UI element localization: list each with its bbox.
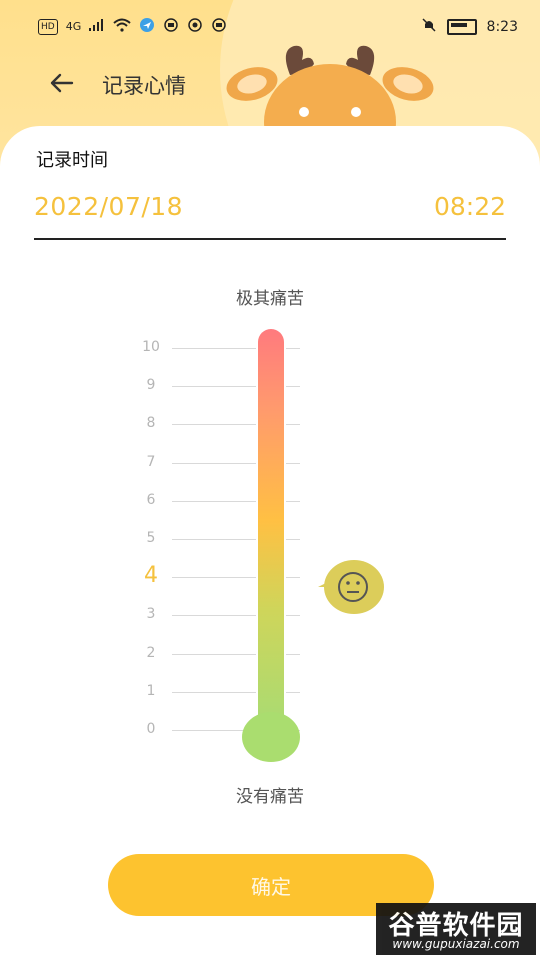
scale-tick-label: 1 (146, 682, 156, 699)
scale-tick-line (286, 500, 300, 502)
scale-tick-line (286, 386, 300, 388)
scale-tick-label: 8 (146, 415, 156, 432)
network-type: 4G (65, 20, 82, 33)
scale-tick-line (172, 615, 256, 617)
thermometer-bar[interactable] (258, 329, 284, 729)
hd-indicator: HD (38, 19, 58, 35)
scale-tick-label: 5 (146, 530, 156, 546)
scale-tick-line (172, 348, 256, 349)
scale-tick-line (172, 500, 256, 502)
thermometer-bulb (242, 712, 300, 762)
app-icon-2 (187, 17, 203, 37)
scale-tick-line (172, 424, 256, 426)
scale-tick-label: 2 (146, 644, 156, 661)
scale-tick-label: 4 (144, 563, 158, 589)
status-time: 8:23 (486, 19, 518, 35)
app-icon-3 (211, 17, 227, 37)
scale-tick-line (172, 462, 256, 464)
scale-tick-line (172, 386, 256, 388)
location-icon (139, 17, 155, 37)
scale-tick-line (286, 462, 300, 464)
scale-tick-line (286, 348, 300, 349)
scale-tick-line (172, 691, 256, 693)
scale-tick-line (286, 691, 300, 693)
scale-tick-line (172, 577, 256, 579)
deer-mascot-icon (226, 45, 434, 140)
scale-tick-line (172, 539, 256, 540)
scale-tick-line (172, 653, 256, 655)
scale-tick-line (286, 653, 300, 655)
scale-tick-label: 10 (142, 339, 160, 355)
signal-icon (89, 19, 105, 35)
app-icon-1 (163, 17, 179, 37)
page-title: 记录心情 (102, 74, 186, 98)
scale-tick-line (286, 615, 300, 617)
scale-tick-line (286, 577, 300, 579)
scale-tick-label: 9 (146, 377, 156, 394)
watermark: 谷普软件园 www.gupuxiazai.com (376, 903, 536, 955)
watermark-url: www.gupuxiazai.com (392, 937, 520, 951)
neutral-face-icon[interactable] (316, 558, 386, 616)
mute-bell-icon (421, 17, 437, 37)
scale-tick-line (286, 424, 300, 426)
record-card: 记录时间 2022/07/18 08:22 极其痛苦 10 9 8 7 6 5 4 3 2 1 0 … (0, 126, 540, 960)
scale-tick-line (286, 539, 300, 540)
scale-tick-label: 0 (146, 721, 156, 737)
arrow-left-icon[interactable] (46, 68, 76, 98)
scale-tick-label: 7 (146, 453, 156, 470)
wifi-icon (113, 18, 131, 36)
scale-tick-label: 6 (146, 491, 156, 508)
scale-tick-label: 3 (146, 606, 156, 623)
battery-icon (446, 19, 477, 35)
scale-bottom-label: 没有痛苦 (236, 787, 304, 807)
